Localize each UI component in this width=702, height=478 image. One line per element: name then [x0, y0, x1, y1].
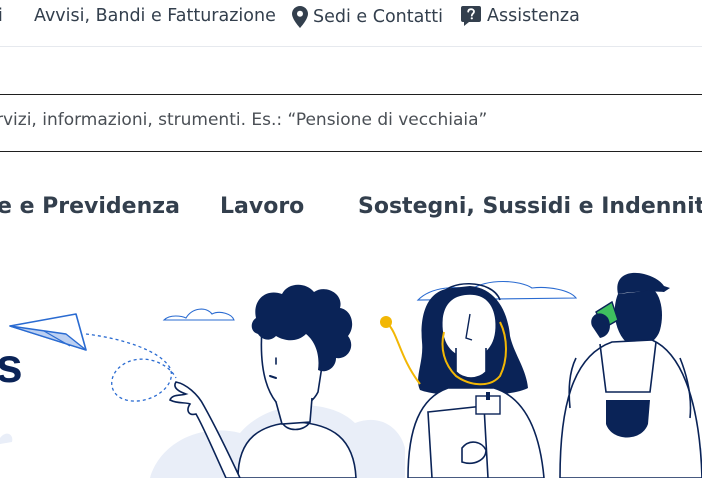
- hero-illustration: s: [0, 272, 702, 478]
- main-nav-lavoro[interactable]: Lavoro: [220, 194, 304, 219]
- main-nav-sostegni[interactable]: Sostegni, Sussidi e Indennità: [358, 194, 702, 219]
- paper-plane-icon: [9, 313, 177, 402]
- cloud-outline-1: [162, 308, 235, 321]
- top-nav-link-partial[interactable]: i: [0, 6, 3, 26]
- background-cloud-small: [0, 433, 13, 444]
- assistenza-label: Assistenza: [487, 6, 580, 26]
- search-bottom-border: [0, 151, 702, 152]
- top-nav-divider: [0, 46, 702, 47]
- sedi-contatti-label: Sedi e Contatti: [313, 7, 443, 27]
- top-navigation: i Avvisi, Bandi e Fatturazione Sedi e Co…: [0, 0, 702, 47]
- hero-title-partial: s: [0, 340, 23, 393]
- search-input[interactable]: rvizi, informazioni, strumenti. Es.: “Pe…: [0, 94, 702, 152]
- map-pin-icon: [292, 6, 308, 28]
- main-nav-previdenza[interactable]: e e Previdenza: [0, 194, 180, 219]
- person-with-cap: [559, 272, 702, 478]
- search-placeholder: rvizi, informazioni, strumenti. Es.: “Pe…: [0, 110, 488, 130]
- top-nav-link-avvisi[interactable]: Avvisi, Bandi e Fatturazione: [34, 6, 276, 26]
- top-nav-link-sedi-contatti[interactable]: Sedi e Contatti: [292, 6, 443, 28]
- help-icon: [461, 6, 481, 26]
- top-nav-link-assistenza[interactable]: Assistenza: [461, 6, 580, 26]
